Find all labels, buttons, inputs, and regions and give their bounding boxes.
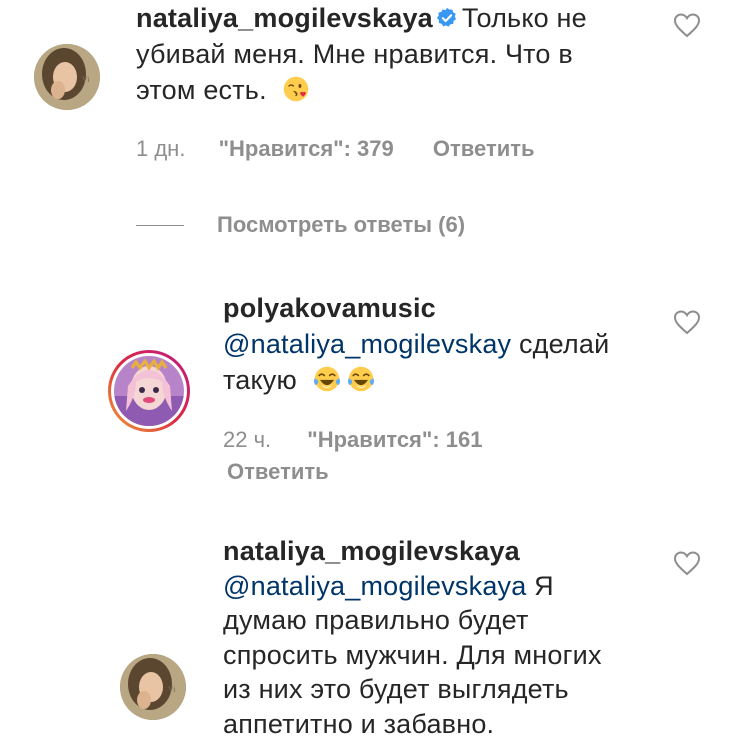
comment-meta: 22 ч. "Нравится": 161 <box>223 426 482 454</box>
comment-likes[interactable]: "Нравится": 379 <box>219 136 394 161</box>
comment-text: nataliya_mogilevskaya Только не убивай ме… <box>136 0 636 108</box>
comment-text: polyakovamusic @nataliya_mogilevskay сде… <box>223 290 653 398</box>
mention-link[interactable]: @nataliya_mogilevskaya <box>223 571 526 601</box>
like-heart-icon[interactable] <box>673 550 701 576</box>
tears-of-joy-emoji <box>313 366 340 392</box>
mention-link[interactable]: @nataliya_mogilevskay <box>223 329 511 359</box>
avatar-image: Vi <box>34 44 100 110</box>
comment-1: Vi nataliya_mogilevskaya Только не убивай… <box>0 0 750 170</box>
comment-meta-row2: Ответить <box>227 458 329 486</box>
avatar-image: Vi <box>120 654 186 720</box>
avatar[interactable]: Vi <box>34 44 100 110</box>
kissing-face-emoji <box>284 76 309 102</box>
comment-text-line3: думаю правильно будет <box>223 605 529 635</box>
like-heart-icon[interactable] <box>673 12 701 38</box>
comment-username[interactable]: polyakovamusic <box>223 293 436 323</box>
verified-badge-icon <box>436 7 456 27</box>
comment-text-line5: из них это будет выглядеть <box>223 674 569 704</box>
like-heart-icon[interactable] <box>673 309 701 335</box>
svg-text:Vi: Vi <box>82 75 90 84</box>
avatar[interactable] <box>108 350 190 432</box>
comment-meta: 1 дн. "Нравится": 379 Ответить <box>136 135 535 163</box>
comment-likes[interactable]: "Нравится": 161 <box>307 427 482 452</box>
svg-text:Vi: Vi <box>168 685 176 694</box>
avatar-image <box>114 356 184 426</box>
comment-2: polyakovamusic @nataliya_mogilevskay сде… <box>0 290 750 490</box>
comment-text-line2: Я <box>534 570 554 601</box>
reply-button[interactable]: Ответить <box>227 459 329 484</box>
comment-text-line2: убивай меня. Мне нравится. Что в <box>136 39 573 69</box>
avatar[interactable]: Vi <box>120 654 186 720</box>
comment-username[interactable]: nataliya_mogilevskaya <box>223 536 520 566</box>
comment-text-line3: такую <box>223 365 297 395</box>
comment-text-line6: аппетитно и забавно. <box>223 708 495 739</box>
view-replies-label[interactable]: Посмотреть ответы (6) <box>217 210 465 240</box>
comment-time[interactable]: 22 ч. <box>223 427 271 452</box>
comment-text: nataliya_mogilevskaya @nataliya_mogilevs… <box>223 534 663 741</box>
tears-of-joy-emoji <box>347 366 374 392</box>
comment-text-line1: Только не <box>461 3 587 33</box>
reply-button[interactable]: Ответить <box>433 136 535 161</box>
comment-time[interactable]: 1 дн. <box>136 136 185 161</box>
comment-text-line3: этом есть. <box>136 75 267 105</box>
comment-text-line2: сделай <box>518 329 610 359</box>
comment-text-line4: спросить мужчин. Для многих <box>223 639 602 670</box>
comment-username[interactable]: nataliya_mogilevskaya <box>136 3 433 33</box>
comment-3: Vi nataliya_mogilevskaya @nataliya_mogil… <box>0 534 750 742</box>
divider-line <box>136 225 184 226</box>
